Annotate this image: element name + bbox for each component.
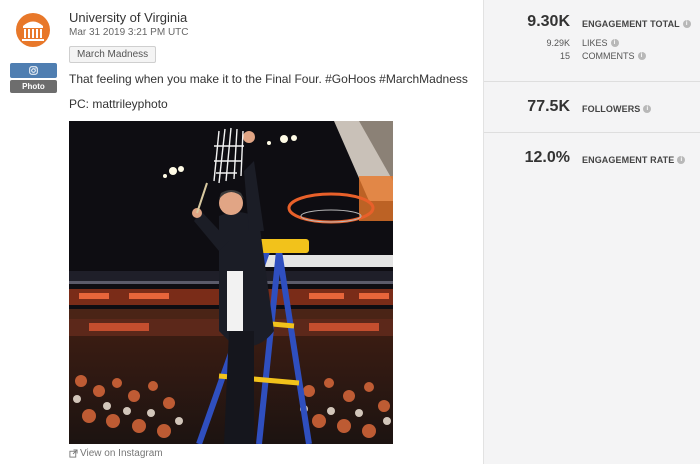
network-badge bbox=[10, 63, 57, 78]
engagement-total-label-text: ENGAGEMENT TOTAL bbox=[582, 19, 680, 29]
followers-label: FOLLOWERS i bbox=[582, 104, 652, 114]
info-icon[interactable]: i bbox=[682, 20, 691, 28]
external-link-icon bbox=[69, 449, 78, 458]
comments-label-text: COMMENTS bbox=[582, 51, 635, 61]
instagram-icon bbox=[29, 66, 38, 75]
info-icon[interactable]: i bbox=[610, 39, 619, 47]
info-icon[interactable]: i bbox=[637, 52, 646, 60]
likes-label: LIKES i bbox=[582, 38, 619, 48]
divider bbox=[484, 81, 700, 82]
info-icon[interactable]: i bbox=[677, 156, 686, 164]
followers-label-text: FOLLOWERS bbox=[582, 104, 641, 114]
avatar bbox=[16, 13, 50, 47]
tag-label[interactable]: March Madness bbox=[69, 46, 157, 63]
engagement-rate-label-text: ENGAGEMENT RATE bbox=[582, 155, 675, 165]
engagement-rate-label: ENGAGEMENT RATE i bbox=[582, 155, 686, 165]
engagement-rate-value: 12.0% bbox=[524, 149, 570, 166]
comments-label: COMMENTS i bbox=[582, 51, 646, 61]
divider bbox=[484, 132, 700, 133]
likes-value: 9.29K bbox=[546, 38, 570, 48]
engagement-total-label: ENGAGEMENT TOTAL i bbox=[582, 19, 691, 29]
rotunda-logo-icon bbox=[22, 21, 44, 41]
engagement-total-value: 9.30K bbox=[527, 13, 570, 30]
photo-image bbox=[69, 121, 393, 444]
photo-credit: PC: mattrileyphoto bbox=[69, 97, 168, 111]
post-caption: That feeling when you make it to the Fin… bbox=[69, 72, 468, 86]
view-on-instagram-link[interactable]: View on Instagram bbox=[69, 448, 163, 459]
author-name[interactable]: University of Virginia bbox=[69, 10, 187, 25]
likes-label-text: LIKES bbox=[582, 38, 608, 48]
view-link-label[interactable]: View on Instagram bbox=[80, 448, 163, 459]
comments-value: 15 bbox=[559, 51, 570, 61]
post-date: Mar 31 2019 3:21 PM UTC bbox=[69, 27, 189, 38]
post-photo[interactable] bbox=[69, 121, 393, 444]
followers-value: 77.5K bbox=[527, 98, 570, 115]
stats-panel: 9.30K ENGAGEMENT TOTAL i 9.29K LIKES i 1… bbox=[483, 0, 700, 464]
info-icon[interactable]: i bbox=[643, 105, 652, 113]
post-type-badge: Photo bbox=[10, 80, 57, 93]
